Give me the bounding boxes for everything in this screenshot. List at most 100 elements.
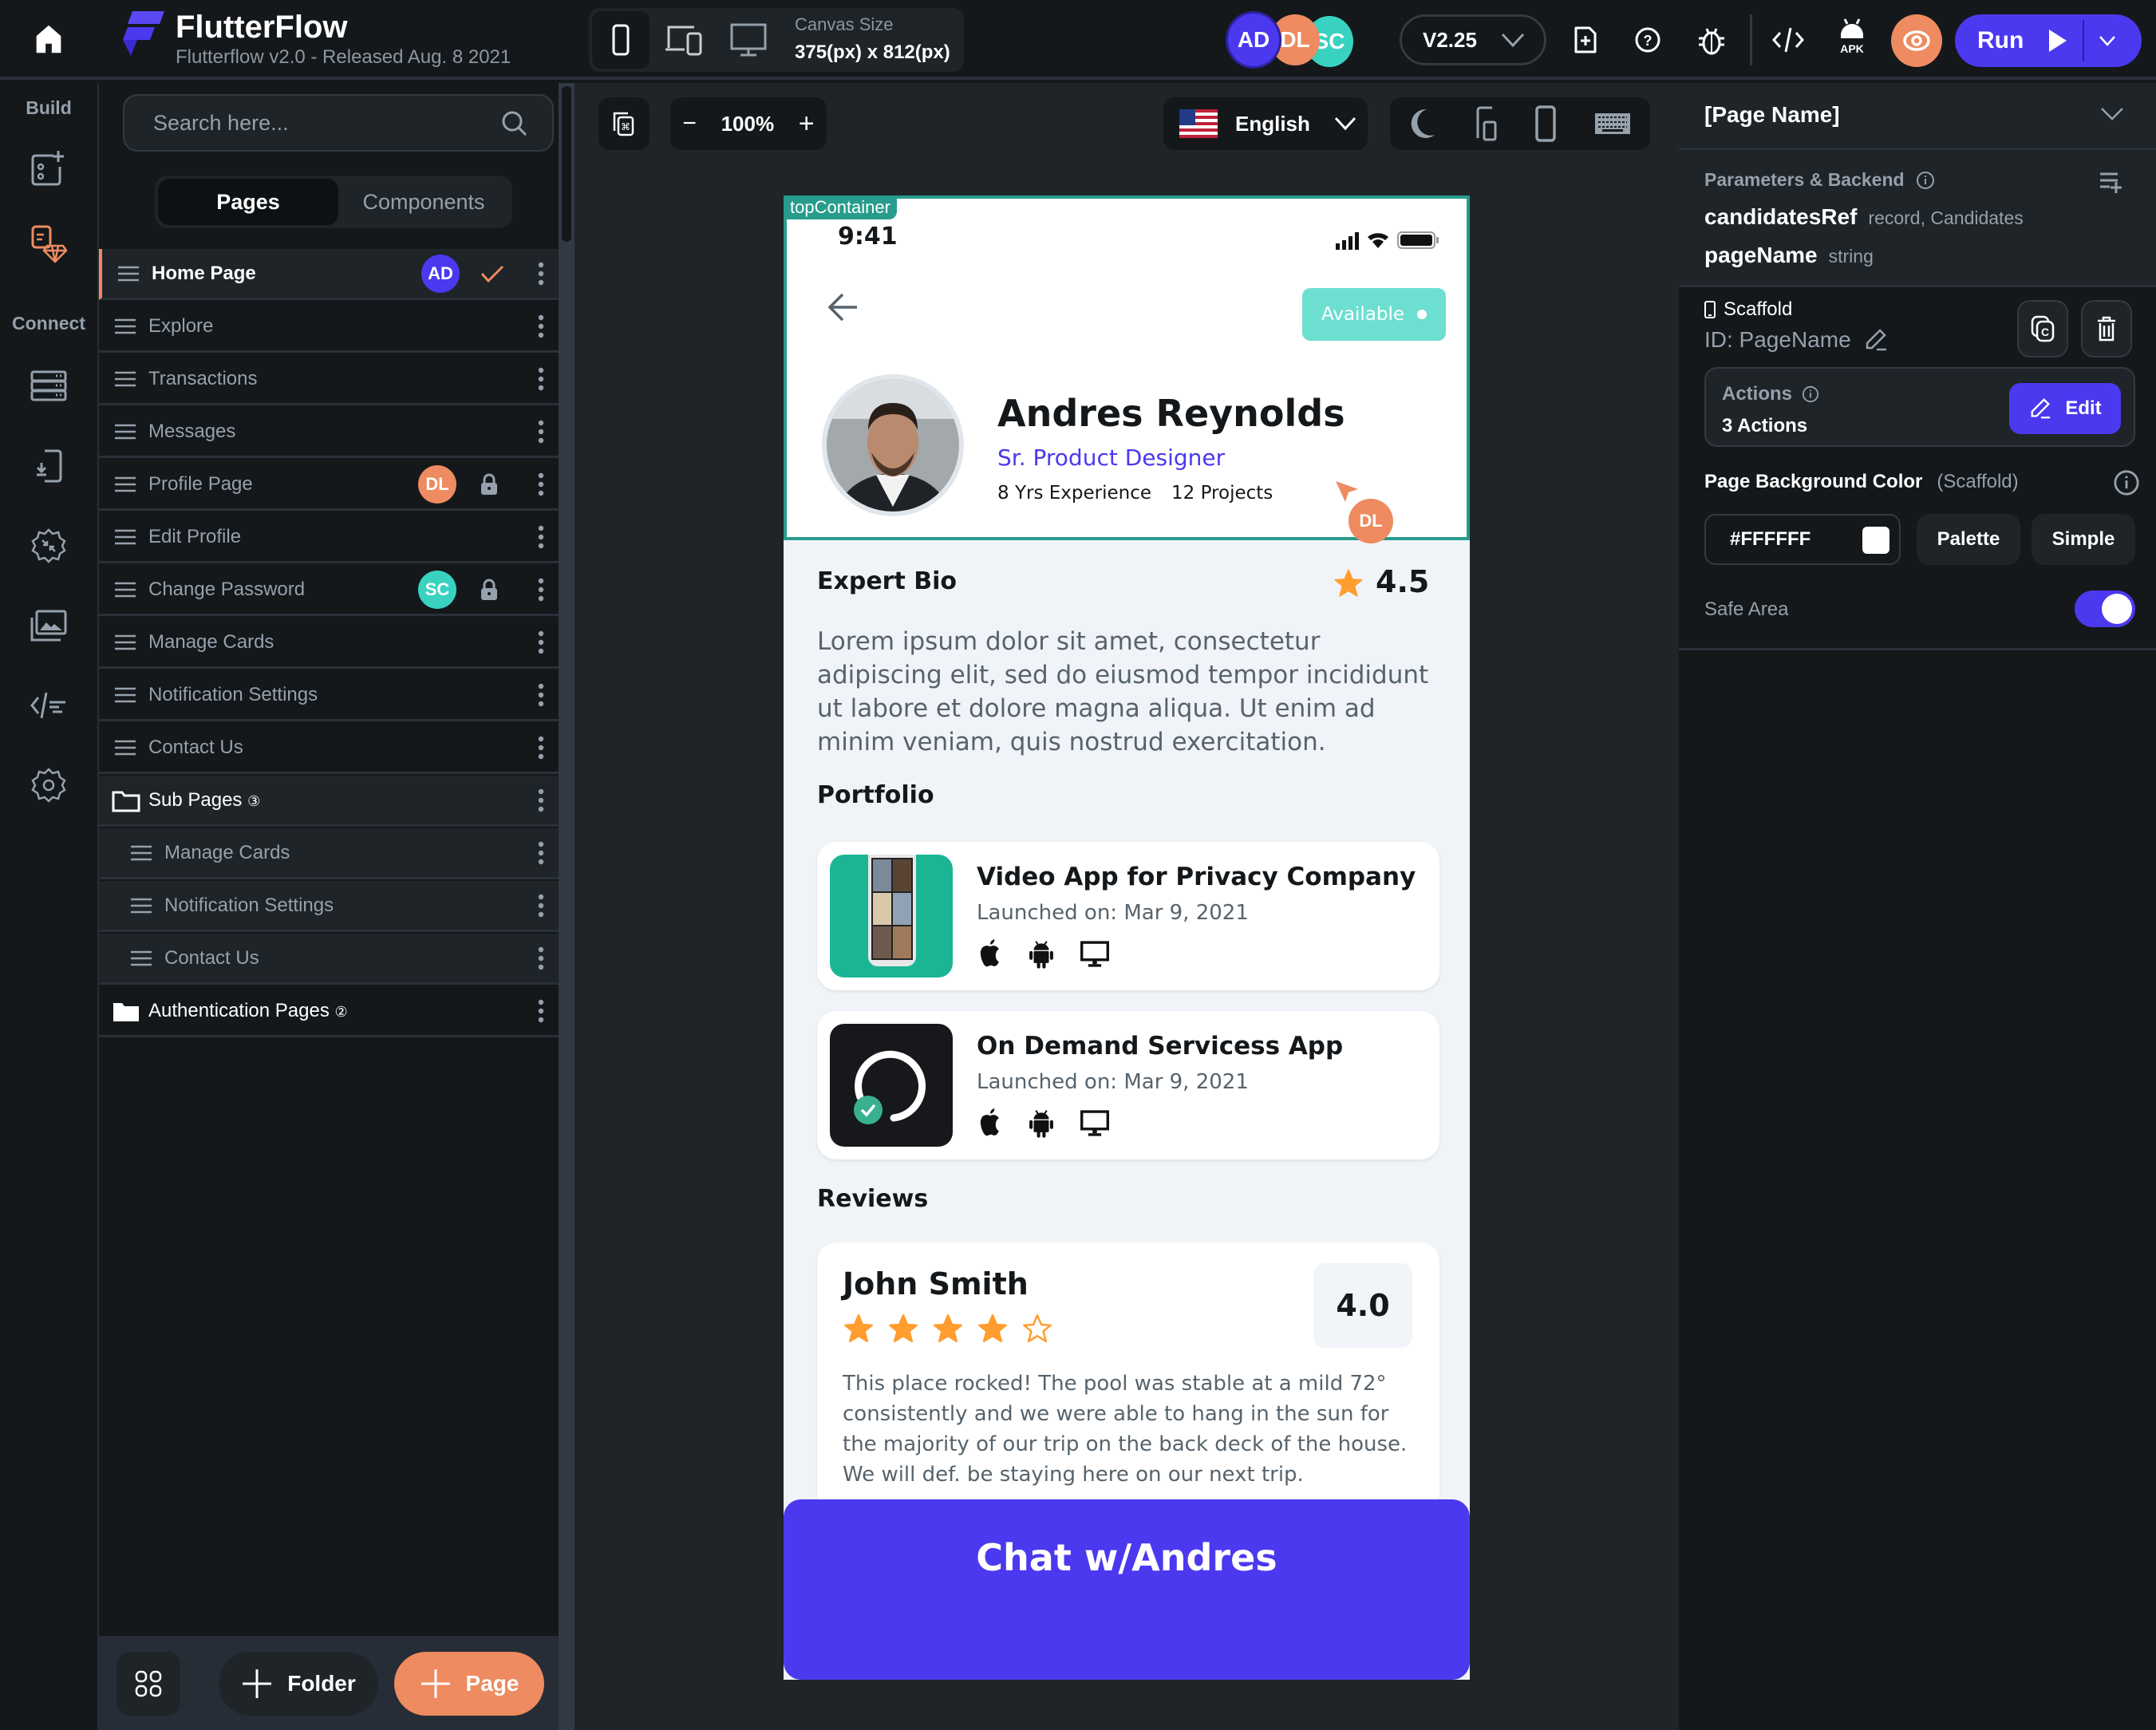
phone-frame-icon[interactable] [1535, 105, 1556, 142]
drag-handle-icon[interactable] [115, 476, 136, 492]
back-arrow-icon[interactable] [827, 293, 859, 322]
more-options-icon[interactable] [538, 262, 544, 286]
drag-handle-icon[interactable] [115, 634, 136, 650]
drag-handle-icon[interactable] [118, 266, 139, 282]
run-button[interactable]: Run [1955, 14, 2142, 67]
drag-handle-icon[interactable] [115, 318, 136, 334]
page-item[interactable]: Manage Cards [99, 618, 560, 669]
more-options-icon[interactable] [538, 630, 544, 654]
code-view-icon[interactable] [1768, 20, 1808, 60]
more-options-icon[interactable] [538, 736, 544, 760]
page-item[interactable]: Profile Page DL [99, 460, 560, 511]
copy-widget-button[interactable]: C [2017, 300, 2068, 357]
subpage-item[interactable]: Notification Settings [99, 881, 560, 932]
zoom-out-button[interactable]: − [682, 110, 697, 137]
pages-scrollbar[interactable] [559, 83, 575, 1730]
run-options-chevron-icon[interactable] [2099, 35, 2116, 46]
debug-bug-icon[interactable] [1692, 20, 1732, 60]
page-item[interactable]: Explore [99, 302, 560, 353]
drag-handle-icon[interactable] [115, 582, 136, 598]
tab-pages[interactable]: Pages [158, 179, 338, 225]
keyboard-icon[interactable] [1594, 113, 1631, 135]
phone-size-button[interactable] [592, 11, 650, 69]
more-options-icon[interactable] [538, 314, 544, 338]
delete-widget-button[interactable] [2081, 300, 2132, 357]
info-icon[interactable] [1802, 385, 1819, 403]
version-dropdown[interactable]: V2.25 [1400, 14, 1546, 65]
page-item[interactable]: Notification Settings [99, 670, 560, 721]
info-icon[interactable] [1916, 171, 1935, 190]
dark-mode-moon-icon[interactable] [1409, 108, 1436, 140]
folder-item[interactable]: Sub Pages ③ [99, 776, 560, 827]
drag-handle-icon[interactable] [115, 529, 136, 545]
settings-gear-icon[interactable] [25, 761, 73, 809]
add-folder-button[interactable]: Folder [219, 1652, 378, 1716]
chat-button[interactable]: Chat w/Andres [784, 1499, 1470, 1680]
desktop-size-button[interactable] [720, 11, 777, 69]
new-file-icon[interactable] [1566, 20, 1605, 60]
page-item[interactable]: Messages [99, 407, 560, 458]
grid-view-button[interactable] [116, 1652, 180, 1716]
page-item[interactable]: Contact Us [99, 723, 560, 774]
page-name-header[interactable]: [Page Name] [1679, 83, 2156, 150]
drag-handle-icon[interactable] [115, 371, 136, 387]
more-options-icon[interactable] [538, 578, 544, 602]
drag-handle-icon[interactable] [115, 687, 136, 703]
page-item[interactable]: Change Password SC [99, 565, 560, 616]
more-options-icon[interactable] [538, 472, 544, 496]
more-options-icon[interactable] [538, 683, 544, 707]
language-dropdown[interactable]: English [1163, 97, 1368, 150]
page-item[interactable]: Edit Profile [99, 512, 560, 563]
bg-color-input[interactable]: #FFFFFF [1704, 514, 1901, 565]
database-icon[interactable] [25, 362, 73, 410]
edit-actions-button[interactable]: Edit [2009, 383, 2121, 434]
drag-handle-icon[interactable] [115, 424, 136, 440]
more-options-icon[interactable] [538, 788, 544, 812]
page-item[interactable]: Transactions [99, 354, 560, 405]
integrations-gear-icon[interactable] [25, 522, 73, 570]
more-options-icon[interactable] [538, 367, 544, 391]
subpage-item[interactable]: Contact Us [99, 934, 560, 985]
help-icon[interactable]: ? [1628, 20, 1668, 60]
top-container[interactable]: topContainer 9:41 Available Andres Reyno… [784, 196, 1470, 543]
palette-button[interactable]: Palette [1917, 514, 2020, 565]
subpage-item[interactable]: Manage Cards [99, 828, 560, 879]
add-page-button[interactable]: Page [394, 1652, 544, 1716]
drag-handle-icon[interactable] [131, 950, 152, 966]
portfolio-card[interactable]: Video App for Privacy Company Launched o… [817, 842, 1439, 990]
drag-handle-icon[interactable] [131, 898, 152, 914]
more-options-icon[interactable] [538, 946, 544, 970]
tablet-size-button[interactable] [656, 11, 713, 69]
custom-code-icon[interactable] [25, 681, 73, 729]
more-options-icon[interactable] [538, 894, 544, 918]
more-options-icon[interactable] [538, 420, 544, 444]
safe-area-toggle[interactable] [2075, 590, 2135, 627]
shortcuts-button[interactable]: ⌘ [598, 97, 650, 150]
chevron-down-icon[interactable] [2100, 107, 2124, 121]
search-icon[interactable] [501, 110, 528, 137]
more-options-icon[interactable] [538, 999, 544, 1023]
responsive-device-icon[interactable] [1475, 106, 1497, 141]
drag-handle-icon[interactable] [115, 740, 136, 756]
info-icon[interactable] [2113, 469, 2140, 496]
home-icon[interactable] [30, 21, 67, 57]
media-assets-icon[interactable] [25, 602, 73, 650]
more-options-icon[interactable] [538, 841, 544, 865]
widget-tree-add-icon[interactable] [25, 144, 73, 192]
theme-gem-icon[interactable] [25, 220, 73, 268]
search-input[interactable] [153, 96, 488, 150]
edit-pencil-icon[interactable] [1864, 327, 1888, 353]
device-download-icon[interactable] [25, 442, 73, 490]
portfolio-card[interactable]: On Demand Servicess App Launched on: Mar… [817, 1011, 1439, 1159]
zoom-in-button[interactable]: + [799, 109, 815, 140]
scrollbar-thumb[interactable] [562, 86, 571, 242]
simple-button[interactable]: Simple [2032, 514, 2135, 565]
avatar-ad[interactable]: AD [1226, 11, 1281, 69]
tab-components[interactable]: Components [338, 179, 509, 225]
add-parameter-icon[interactable] [2099, 171, 2124, 193]
page-item[interactable]: Home Page AD [99, 249, 560, 300]
apk-android-icon[interactable]: APK [1832, 16, 1872, 64]
folder-item[interactable]: Authentication Pages ② [99, 986, 560, 1037]
more-options-icon[interactable] [538, 525, 544, 549]
color-swatch[interactable] [1862, 527, 1889, 554]
